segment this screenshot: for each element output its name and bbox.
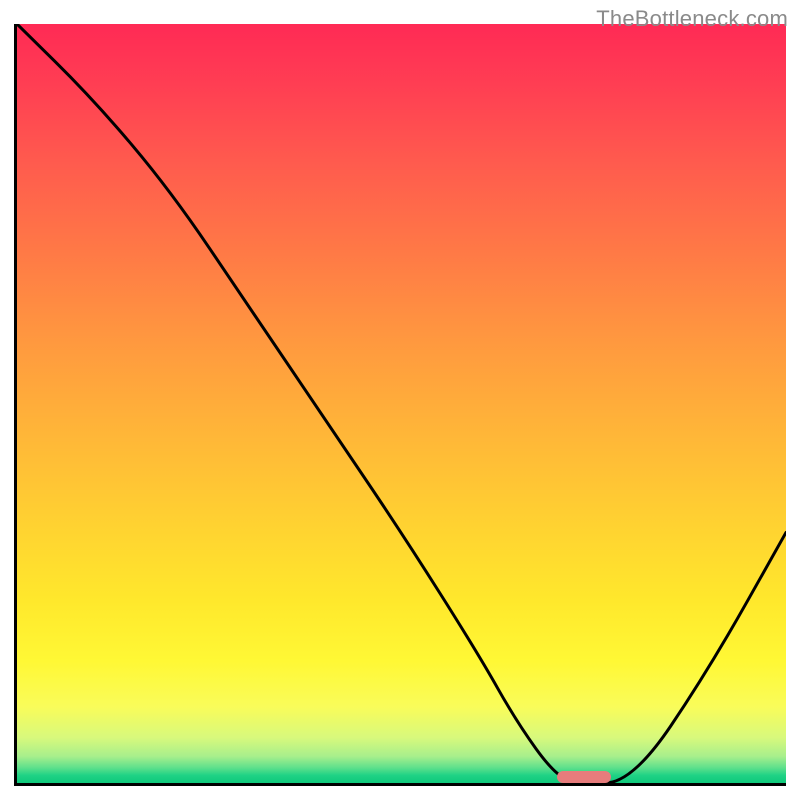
- minimum-marker: [557, 771, 611, 783]
- plot-area: [14, 24, 786, 786]
- curve-svg: [17, 24, 786, 783]
- chart-canvas: TheBottleneck.com: [0, 0, 800, 800]
- bottleneck-curve-path: [17, 24, 786, 783]
- watermark-text: TheBottleneck.com: [596, 6, 788, 32]
